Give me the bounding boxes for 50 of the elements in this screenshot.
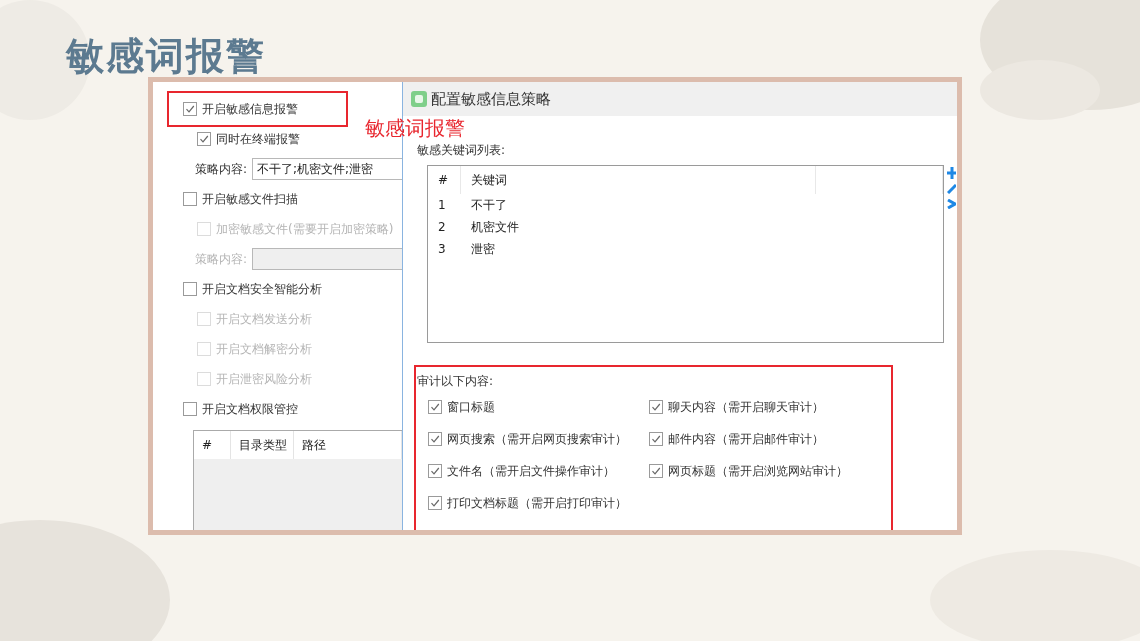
checkbox-label: 开启文档权限管控 — [202, 400, 298, 418]
table-cell-text: 2 — [437, 220, 447, 234]
field-label: 策略内容: — [195, 160, 248, 178]
checkbox[interactable] — [649, 400, 663, 414]
keywords-label: 敏感关键词列表: — [417, 142, 507, 159]
checkbox-label: 同时在终端报警 — [216, 130, 300, 148]
app-icon — [411, 91, 427, 107]
column-header: 路径 — [294, 431, 402, 459]
checkbox-label: 网页搜索（需开启网页搜索审计） — [447, 430, 627, 448]
checkbox-label: 开启文档安全智能分析 — [202, 280, 322, 298]
checkbox[interactable] — [183, 102, 197, 116]
pencil-icon[interactable] — [947, 184, 956, 194]
checkbox-label: 开启文档发送分析 — [216, 310, 312, 328]
checkbox-label: 开启泄密风险分析 — [216, 370, 312, 388]
plus-icon[interactable] — [947, 167, 956, 179]
table-cell-text: 泄密 — [470, 240, 496, 258]
column-header: 目录类型 — [231, 431, 294, 459]
column-header: # — [194, 431, 231, 459]
checkbox-label: 窗口标题 — [447, 398, 495, 416]
table-cell-text: 3 — [437, 242, 447, 256]
table-cell-text: 1 — [437, 198, 447, 212]
checkbox[interactable] — [649, 432, 663, 446]
table-cell-text: 机密文件 — [470, 218, 520, 236]
checkbox[interactable] — [428, 496, 442, 510]
dialog-title: 配置敏感信息策略 — [431, 89, 551, 109]
checkbox[interactable] — [649, 464, 663, 478]
checkbox[interactable] — [428, 432, 442, 446]
column-header: 关键词 — [461, 166, 816, 194]
checkbox[interactable] — [428, 400, 442, 414]
slide-title: 敏感词报警 — [66, 34, 266, 79]
field-label: 策略内容: — [195, 250, 248, 268]
audit-label: 审计以下内容: — [417, 374, 494, 388]
policy-field[interactable]: 不干了;机密文件;泄密 — [252, 158, 402, 180]
annotation-label: 敏感词报警 — [365, 117, 465, 139]
checkbox-label: 开启文档解密分析 — [216, 340, 312, 358]
checkbox-label: 加密敏感文件(需要开启加密策略) — [216, 220, 394, 238]
checkbox[interactable] — [183, 282, 197, 296]
checkbox-label: 文件名（需开启文件操作审计） — [447, 462, 615, 480]
table-cell-text: 不干了 — [470, 196, 508, 214]
checkbox-label: 开启敏感信息报警 — [202, 100, 298, 118]
checkbox-label: 聊天内容（需开启聊天审计） — [668, 398, 824, 416]
checkbox[interactable] — [183, 192, 197, 206]
checkbox-label: 邮件内容（需开启邮件审计） — [668, 430, 824, 448]
checkbox[interactable] — [183, 402, 197, 416]
checkbox[interactable] — [428, 464, 442, 478]
checkbox[interactable] — [197, 132, 211, 146]
checkbox-label: 打印文档标题（需开启打印审计） — [447, 494, 627, 512]
column-header: # — [428, 166, 461, 194]
checkbox-label: 开启敏感文件扫描 — [202, 190, 298, 208]
checkbox-label: 网页标题（需开启浏览网站审计） — [668, 462, 848, 480]
